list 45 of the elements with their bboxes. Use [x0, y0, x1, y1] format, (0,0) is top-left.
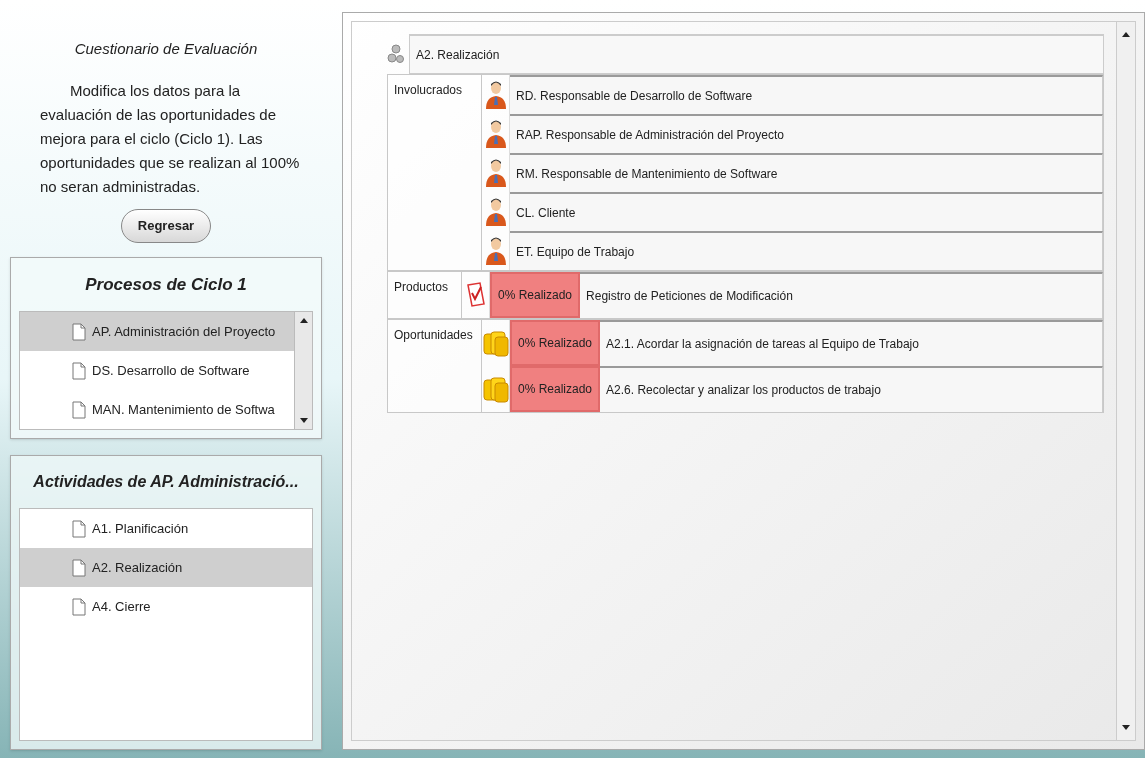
document-check-icon: [465, 282, 486, 308]
list-item[interactable]: DS. Desarrollo de Software: [20, 351, 294, 390]
document-icon: [72, 558, 86, 577]
folders-icon: [482, 329, 509, 357]
section-label: Productos: [388, 272, 462, 318]
opportunity-row: A2.1. Acordar la asignación de tareas al Equipo de Trabajo: [600, 320, 1103, 366]
section-label: Involucrados: [388, 75, 482, 270]
scrollbar[interactable]: [294, 312, 312, 429]
scroll-down-icon[interactable]: [298, 417, 309, 425]
opportunity-row: A2.6. Recolectar y analizar los productos de trabajo: [600, 366, 1103, 412]
gears-icon: [387, 43, 405, 65]
participant-row: CL. Cliente: [510, 192, 1103, 231]
list-item[interactable]: MAN. Mantenimiento de Softwa: [20, 390, 294, 429]
document-icon: [72, 519, 86, 538]
scroll-up-icon[interactable]: [298, 316, 309, 324]
participant-row: ET. Equipo de Trabajo: [510, 231, 1103, 270]
participant-row: RM. Responsable de Mantenimiento de Software: [510, 153, 1103, 192]
document-icon: [72, 400, 86, 419]
sidebar-title: Cuestionario de Evaluación: [73, 39, 259, 59]
panel-title: Actividades de AP. Administració...: [32, 472, 300, 492]
participant-row: RD. Responsable de Desarrollo de Software: [510, 75, 1103, 114]
document-icon: [72, 597, 86, 616]
instructions-text: Modifica los datos para la evaluación de las oportunidades de mejora para el ciclo (Ciclo 1). Las oportunidades que se realizan al 100% no seran administradas.: [39, 80, 301, 197]
status-label: 0% Realizado: [510, 320, 601, 366]
section-label: Oportunidades: [388, 320, 482, 412]
back-button[interactable]: Regresar: [120, 208, 212, 243]
person-icon: [484, 157, 507, 188]
scroll-up-icon[interactable]: [1121, 30, 1131, 38]
document-icon: [72, 322, 86, 341]
scrollbar[interactable]: [1116, 22, 1135, 740]
scroll-down-icon[interactable]: [1121, 724, 1131, 732]
person-icon: [484, 118, 507, 149]
document-icon: [72, 361, 86, 380]
panel-title: Procesos de Ciclo 1: [84, 273, 248, 296]
activity-title: A2. Realización: [409, 34, 1104, 74]
person-icon: [484, 196, 507, 227]
product-row: Registro de Peticiones de Modificación: [580, 272, 1103, 318]
list-item[interactable]: AP. Administración del Proyecto: [20, 312, 294, 351]
status-label: 0% Realizado: [510, 366, 601, 412]
person-icon: [484, 79, 507, 110]
participant-row: RAP. Responsable de Administración del Proyecto: [510, 114, 1103, 153]
person-icon: [484, 235, 507, 266]
list-item[interactable]: A2. Realización: [20, 548, 312, 587]
status-label: 0% Realizado: [490, 272, 581, 318]
folders-icon: [482, 375, 509, 403]
